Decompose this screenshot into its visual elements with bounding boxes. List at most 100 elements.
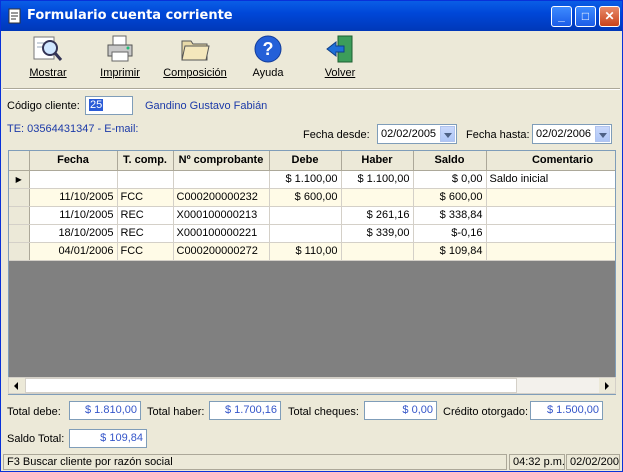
table-row[interactable]: 11/10/2005 FCC C000200000232 $ 600,00 $ … — [9, 188, 615, 207]
movements-grid[interactable]: Fecha T. comp. Nº comprobante Debe Haber… — [8, 150, 616, 395]
cell-nro[interactable]: C000200000272 — [173, 242, 270, 261]
cell-nro[interactable]: X000100000221 — [173, 224, 270, 243]
cell-haber[interactable]: $ 1.100,00 — [341, 170, 414, 189]
toolbar: Mostrar Imprimir Composición ? Ayuda Vol… — [3, 31, 622, 87]
column-header[interactable]: Comentario — [486, 151, 615, 171]
column-header[interactable]: T. comp. — [117, 151, 174, 171]
column-header[interactable]: Saldo — [413, 151, 487, 171]
status-bar: F3 Buscar cliente por razón social 04:32… — [3, 454, 620, 470]
total-debe-field: $ 1.810,00 — [69, 401, 141, 420]
cell-fecha[interactable] — [29, 170, 118, 189]
cell-comentario[interactable] — [486, 224, 615, 243]
cell-haber[interactable] — [341, 188, 414, 207]
cell-comentario[interactable] — [486, 206, 615, 225]
cell-saldo[interactable]: $-0,16 — [413, 224, 487, 243]
print-button[interactable]: Imprimir — [90, 33, 150, 85]
composition-button[interactable]: Composición — [163, 33, 227, 85]
client-code-input[interactable]: 25 — [85, 96, 133, 115]
date-to-select[interactable]: 02/02/2006 — [532, 124, 612, 144]
date-from-select[interactable]: 02/02/2005 — [377, 124, 457, 144]
scroll-left-icon[interactable] — [9, 378, 25, 393]
date-from-value: 02/02/2005 — [381, 128, 437, 140]
close-icon: ✕ — [604, 9, 615, 23]
cell-comentario[interactable]: Saldo inicial — [486, 170, 615, 189]
client-code-value: 25 — [89, 99, 104, 111]
maximize-button[interactable]: □ — [575, 6, 596, 27]
cell-fecha[interactable]: 11/10/2005 — [29, 188, 118, 207]
scroll-right-icon[interactable] — [599, 378, 615, 393]
cell-comentario[interactable] — [486, 188, 615, 207]
column-header[interactable]: Haber — [341, 151, 414, 171]
row-indicator — [9, 206, 30, 225]
row-indicator — [9, 188, 30, 207]
exit-door-icon — [326, 35, 353, 63]
status-hint: F3 Buscar cliente por razón social — [3, 454, 507, 470]
form-app-icon — [8, 8, 21, 24]
cell-tcomp[interactable] — [117, 170, 174, 189]
chevron-down-icon[interactable] — [595, 126, 610, 142]
cell-debe[interactable] — [269, 224, 342, 243]
help-label: Ayuda — [252, 67, 284, 79]
date-to-label: Fecha hasta: — [466, 129, 530, 141]
close-button[interactable]: ✕ — [599, 6, 620, 27]
horizontal-scrollbar[interactable] — [8, 377, 616, 394]
show-button[interactable]: Mostrar — [18, 33, 78, 85]
cell-debe[interactable]: $ 1.100,00 — [269, 170, 342, 189]
movements-table: Fecha T. comp. Nº comprobante Debe Haber… — [9, 151, 615, 261]
indicator-header — [9, 151, 30, 171]
cell-haber[interactable]: $ 339,00 — [341, 224, 414, 243]
cell-fecha[interactable]: 04/01/2006 — [29, 242, 118, 261]
cell-debe[interactable]: $ 110,00 — [269, 242, 342, 261]
magnifier-icon — [33, 36, 63, 61]
table-row[interactable]: 04/01/2006 FCC C000200000272 $ 110,00 $ … — [9, 242, 615, 261]
cell-tcomp[interactable]: FCC — [117, 188, 174, 207]
show-label: Mostrar — [29, 67, 67, 79]
cell-fecha[interactable]: 11/10/2005 — [29, 206, 118, 225]
chevron-down-icon[interactable] — [440, 126, 455, 142]
cell-saldo[interactable]: $ 109,84 — [413, 242, 487, 261]
client-code-label: Código cliente: — [7, 100, 80, 112]
maximize-icon: □ — [581, 9, 590, 23]
total-haber-field: $ 1.700,16 — [209, 401, 281, 420]
scrollbar-thumb[interactable] — [25, 378, 517, 393]
minimize-icon: _ — [558, 9, 565, 23]
cell-debe[interactable] — [269, 206, 342, 225]
total-cheques-field: $ 0,00 — [364, 401, 437, 420]
folder-icon — [181, 40, 210, 61]
column-header[interactable]: Nº comprobante — [173, 151, 270, 171]
svg-text:?: ? — [263, 39, 274, 59]
table-row[interactable]: ▶ $ 1.100,00 $ 1.100,00 $ 0,00 Saldo ini… — [9, 170, 615, 189]
cell-saldo[interactable]: $ 600,00 — [413, 188, 487, 207]
cell-saldo[interactable]: $ 0,00 — [413, 170, 487, 189]
cell-nro[interactable]: X000100000213 — [173, 206, 270, 225]
date-from-label: Fecha desde: — [303, 129, 370, 141]
cell-saldo[interactable]: $ 338,84 — [413, 206, 487, 225]
row-indicator — [9, 242, 30, 261]
minimize-button[interactable]: _ — [551, 6, 572, 27]
cell-nro[interactable] — [173, 170, 270, 189]
table-header-row: Fecha T. comp. Nº comprobante Debe Haber… — [9, 151, 615, 171]
date-to-value: 02/02/2006 — [536, 128, 592, 140]
printer-icon — [107, 35, 133, 62]
cell-comentario[interactable] — [486, 242, 615, 261]
window-title: Formulario cuenta corriente — [27, 8, 233, 23]
client-name: Gandino Gustavo Fabián — [145, 100, 268, 112]
cell-fecha[interactable]: 18/10/2005 — [29, 224, 118, 243]
title-bar[interactable]: Formulario cuenta corriente _ □ ✕ — [1, 1, 622, 31]
toolbar-divider — [3, 88, 620, 90]
total-haber-label: Total haber: — [147, 406, 205, 418]
table-row[interactable]: 11/10/2005 REC X000100000213 $ 261,16 $ … — [9, 206, 615, 225]
help-button[interactable]: ? Ayuda — [238, 33, 298, 85]
column-header[interactable]: Fecha — [29, 151, 118, 171]
cell-haber[interactable]: $ 261,16 — [341, 206, 414, 225]
cell-tcomp[interactable]: FCC — [117, 242, 174, 261]
cell-tcomp[interactable]: REC — [117, 206, 174, 225]
column-header[interactable]: Debe — [269, 151, 342, 171]
cell-tcomp[interactable]: REC — [117, 224, 174, 243]
help-icon: ? — [254, 35, 282, 63]
cell-debe[interactable]: $ 600,00 — [269, 188, 342, 207]
table-row[interactable]: 18/10/2005 REC X000100000221 $ 339,00 $-… — [9, 224, 615, 243]
cell-nro[interactable]: C000200000232 — [173, 188, 270, 207]
back-button[interactable]: Volver — [310, 33, 370, 85]
cell-haber[interactable] — [341, 242, 414, 261]
